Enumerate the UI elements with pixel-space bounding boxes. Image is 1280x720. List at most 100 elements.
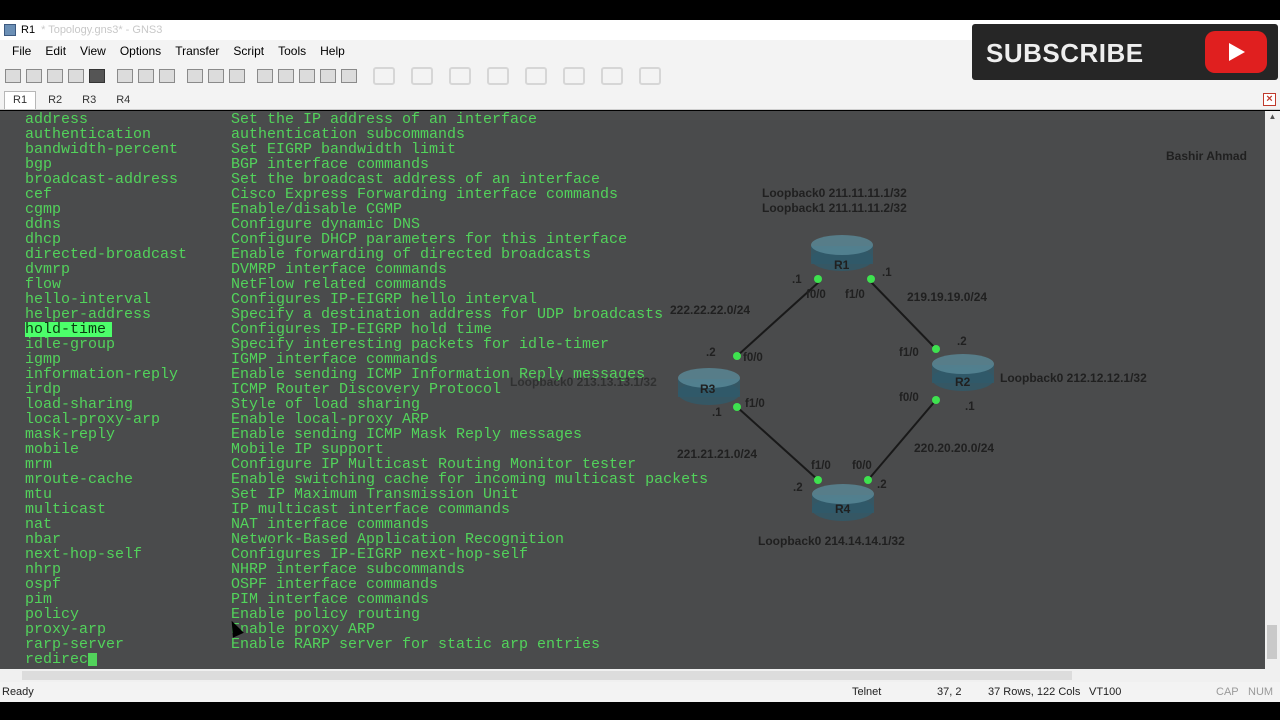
terminal-line: policy Enable policy routing (25, 607, 1255, 622)
tab-r4[interactable]: R4 (108, 92, 138, 109)
command-description: Enable proxy ARP (231, 621, 376, 638)
command-description: Configures IP-EIGRP hold time (231, 321, 493, 338)
status-cursor-pos: 37, 2 (937, 686, 962, 698)
ghost-image-icon (449, 67, 471, 85)
menu-view[interactable]: View (78, 44, 108, 58)
command-description: Enable RARP server for static arp entrie… (231, 636, 601, 653)
vertical-scrollbar[interactable]: ▲ (1265, 111, 1280, 669)
command-description: Network-Based Application Recognition (231, 531, 565, 548)
scroll-up-icon[interactable]: ▲ (1265, 111, 1280, 123)
close-tab-icon[interactable]: × (1263, 93, 1276, 106)
find-icon[interactable] (159, 69, 175, 83)
menu-tools[interactable]: Tools (276, 44, 308, 58)
command-name: mobile (25, 441, 80, 458)
command-name: cgmp (25, 201, 62, 218)
print-screen-icon[interactable] (208, 69, 224, 83)
global-options-icon[interactable] (278, 69, 294, 83)
terminal-line: mroute-cache Enable switching cache for i… (25, 472, 1255, 487)
prompt-line: redirec (25, 652, 1255, 667)
command-name: dhcp (25, 231, 62, 248)
menu-help[interactable]: Help (318, 44, 347, 58)
vertical-scroll-thumb[interactable] (1267, 625, 1277, 659)
menu-options[interactable]: Options (118, 44, 163, 58)
menu-edit[interactable]: Edit (43, 44, 68, 58)
status-protocol: Telnet (852, 686, 882, 698)
ghost-screenshot-icon (639, 67, 661, 85)
menu-script[interactable]: Script (231, 44, 266, 58)
terminal-line: rarp-server Enable RARP server for static… (25, 637, 1255, 652)
command-description: Mobile IP support (231, 441, 385, 458)
command-description: BGP interface commands (231, 156, 430, 173)
horizontal-scroll-thumb[interactable] (22, 671, 1072, 680)
tab-r3[interactable]: R3 (74, 92, 104, 109)
command-description: Set IP Maximum Transmission Unit (231, 486, 520, 503)
bottom-black-bar (0, 702, 1280, 720)
terminal-line: information-reply Enable sending ICMP Inf… (25, 367, 1255, 382)
ghost-ellipse-icon (525, 67, 547, 85)
quick-connect-icon[interactable] (26, 69, 42, 83)
command-description: ICMP Router Discovery Protocol (231, 381, 502, 398)
command-description: Set EIGRP bandwidth limit (231, 141, 457, 158)
command-name: mrm (25, 456, 53, 473)
help-icon[interactable] (341, 69, 357, 83)
terminal-line: load-sharing Style of load sharing (25, 397, 1255, 412)
command-description: IP multicast interface commands (231, 501, 511, 518)
connect-icon[interactable] (5, 69, 21, 83)
command-description: Enable switching cache for incoming mult… (231, 471, 709, 488)
connect-tab-icon[interactable] (47, 69, 63, 83)
top-black-bar (0, 0, 1280, 20)
terminal-line: flow NetFlow related commands (25, 277, 1255, 292)
command-description: Configures IP-EIGRP hello interval (231, 291, 538, 308)
status-bar: Ready Telnet 37, 2 37 Rows, 122 Cols VT1… (0, 682, 1280, 702)
status-size: 37 Rows, 122 Cols (988, 686, 1081, 698)
command-name: multicast (25, 501, 107, 518)
terminal-line: hold-time Configures IP-EIGRP hold time (25, 322, 1255, 337)
command-name: load-sharing (25, 396, 134, 413)
horizontal-scrollbar[interactable] (0, 669, 1280, 682)
terminal-output[interactable]: address Set the IP address of an interfac… (0, 111, 1265, 669)
reconnect-icon[interactable] (68, 69, 84, 83)
command-name: next-hop-self (25, 546, 143, 563)
print-selection-icon[interactable] (229, 69, 245, 83)
disconnect-icon[interactable] (89, 69, 105, 83)
command-description: Enable sending ICMP Information Reply me… (231, 366, 646, 383)
command-name: nat (25, 516, 53, 533)
command-name: bgp (25, 156, 53, 173)
command-description: Specify interesting packets for idle-tim… (231, 336, 610, 353)
terminal-line: next-hop-self Configures IP-EIGRP next-ho… (25, 547, 1255, 562)
window-title: R1 (21, 24, 36, 36)
command-name: idle-group (25, 336, 116, 353)
prompt-text: redirec (25, 651, 89, 668)
status-cap: CAP (1216, 686, 1239, 698)
command-description: Enable forwarding of directed broadcasts (231, 246, 592, 263)
command-description: NAT interface commands (231, 516, 430, 533)
paste-icon[interactable] (138, 69, 154, 83)
print-icon[interactable] (187, 69, 203, 83)
command-name: broadcast-address (25, 171, 179, 188)
sftp-icon[interactable] (299, 69, 315, 83)
terminal-line: bandwidth-percent Set EIGRP bandwidth lim… (25, 142, 1255, 157)
command-name: policy (25, 606, 80, 623)
command-name: hold-time (25, 322, 113, 337)
subscribe-banner[interactable]: SUBSCRIBE (972, 24, 1278, 80)
menu-file[interactable]: File (10, 44, 33, 58)
keymap-icon[interactable] (320, 69, 336, 83)
command-name: authentication (25, 126, 152, 143)
command-description: Specify a destination address for UDP br… (231, 306, 664, 323)
command-name: nhrp (25, 561, 62, 578)
command-name: ospf (25, 576, 62, 593)
terminal-line: multicast IP multicast interface commands (25, 502, 1255, 517)
terminal-line: nat NAT interface commands (25, 517, 1255, 532)
command-description: Style of load sharing (231, 396, 421, 413)
tab-r2[interactable]: R2 (40, 92, 70, 109)
tab-r1[interactable]: R1 (4, 91, 37, 109)
copy-icon[interactable] (117, 69, 133, 83)
command-description: Configure IP Multicast Routing Monitor t… (231, 456, 637, 473)
terminal-line: directed-broadcast Enable forwarding of d… (25, 247, 1255, 262)
terminal-line: address Set the IP address of an interfac… (25, 112, 1255, 127)
command-description: DVMRP interface commands (231, 261, 448, 278)
terminal-line: authentication authentication subcommands (25, 127, 1255, 142)
menu-transfer[interactable]: Transfer (173, 44, 221, 58)
session-options-icon[interactable] (257, 69, 273, 83)
subscribe-label: SUBSCRIBE (986, 38, 1144, 68)
